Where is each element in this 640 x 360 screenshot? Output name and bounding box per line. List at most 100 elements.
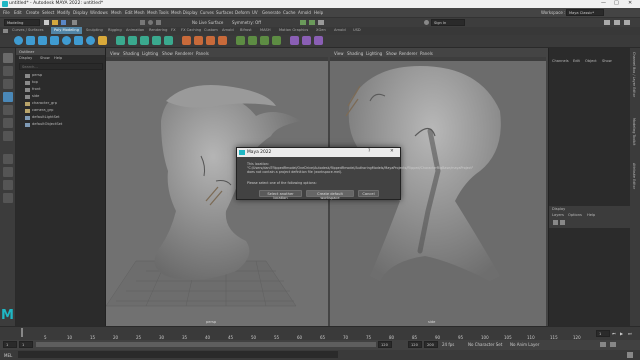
new-scene-icon[interactable] (44, 20, 49, 25)
menu-deform[interactable]: Deform (235, 10, 250, 15)
select-another-location-button[interactable]: Select another location (259, 190, 302, 200)
menu-curves[interactable]: Curves (200, 10, 214, 15)
paint-select-icon[interactable] (3, 79, 13, 89)
menu-arnold[interactable]: Arnold (298, 10, 311, 15)
outliner-menu-display[interactable]: Display (19, 56, 32, 60)
vp2-menu-lighting[interactable]: Lighting (366, 51, 382, 56)
vp2-menu-panels[interactable]: Panels (420, 51, 433, 56)
tab-xgen[interactable]: XGen (316, 28, 326, 32)
four-view-layout-icon[interactable] (3, 167, 13, 177)
vp1-menu-renderer[interactable]: Renderer (175, 51, 193, 56)
snap-curve-icon[interactable] (148, 20, 153, 25)
outliner-item-side[interactable]: side (32, 94, 39, 98)
select-tool-icon[interactable] (3, 53, 13, 63)
animation-start-field[interactable]: 1 (3, 341, 17, 348)
new-layer-selected-icon[interactable] (560, 220, 565, 225)
vp2-menu-show[interactable]: Show (386, 51, 397, 56)
lasso-tool-icon[interactable] (3, 66, 13, 76)
menu-modify[interactable]: Modify (57, 10, 70, 15)
sign-in-dropdown[interactable]: Sign In (431, 19, 465, 26)
vp1-menu-panels[interactable]: Panels (196, 51, 209, 56)
time-slider[interactable]: 5 10 15 20 25 30 35 40 45 50 55 60 65 70… (0, 326, 640, 340)
menu-create[interactable]: Create (26, 10, 39, 15)
uv-editor-icon[interactable] (290, 36, 299, 45)
fill-hole-icon[interactable] (218, 36, 227, 45)
vp1-menu-lighting[interactable]: Lighting (142, 51, 158, 56)
range-bar[interactable] (36, 342, 376, 347)
vp1-menu-shading[interactable]: Shading (123, 51, 139, 56)
tab-rendering[interactable]: Rendering (149, 28, 167, 32)
outliner-layout-icon[interactable] (3, 193, 13, 203)
command-language-label[interactable]: MEL (4, 353, 12, 358)
mirror-icon[interactable] (164, 36, 173, 45)
layer-menu-options[interactable]: Options (568, 213, 582, 217)
snap-grid-icon[interactable] (140, 20, 145, 25)
tab-usd[interactable]: USD (353, 28, 361, 32)
current-frame-field[interactable]: 1 (596, 330, 610, 337)
poly-cone-icon[interactable] (50, 36, 59, 45)
boolean-icon[interactable] (152, 36, 161, 45)
play-forward-icon[interactable]: ▶ (620, 331, 623, 336)
dialog-help-icon[interactable]: ? (368, 149, 370, 154)
outliner-item-camera-grp[interactable]: camera_grp (32, 108, 53, 112)
tab-attribute-editor[interactable]: Attribute Editor (632, 163, 636, 189)
vp1-menu-view[interactable]: View (110, 51, 120, 56)
command-input[interactable] (18, 351, 338, 358)
extrude-icon[interactable] (182, 36, 191, 45)
tab-animation[interactable]: Animation (126, 28, 144, 32)
menu-mesh-display[interactable]: Mesh Display (171, 10, 198, 15)
menu-cache[interactable]: Cache (283, 10, 295, 15)
multi-cut-icon[interactable] (236, 36, 245, 45)
fps-dropdown[interactable]: 24 fps (442, 342, 454, 347)
character-set-dropdown[interactable]: No Character Set (468, 342, 502, 347)
menu-surfaces[interactable]: Surfaces (216, 10, 233, 15)
tab-curves-surfaces[interactable]: Curves / Surfaces (12, 28, 44, 32)
tab-mash[interactable]: MASH (260, 28, 271, 32)
create-default-workspace-button[interactable]: Create default workspace (306, 190, 354, 200)
dialog-close-icon[interactable]: ✕ (390, 149, 394, 154)
menu-uv[interactable]: UV (252, 10, 258, 15)
outliner-item-front[interactable]: front (32, 87, 41, 91)
no-live-surface-label[interactable]: No Live Surface (192, 20, 223, 25)
poly-plane-icon[interactable] (74, 36, 83, 45)
tab-fx[interactable]: FX (171, 28, 176, 32)
automatic-map-icon[interactable] (314, 36, 323, 45)
bevel-icon[interactable] (206, 36, 215, 45)
outliner-item-persp[interactable]: persp (32, 73, 42, 77)
outliner-search-input[interactable] (19, 63, 103, 70)
menu-mesh-tools[interactable]: Mesh Tools (147, 10, 169, 15)
outliner-menu-help[interactable]: Help (54, 56, 62, 60)
auto-key-icon[interactable] (600, 342, 606, 347)
playback-start-field[interactable]: 1 (19, 341, 33, 348)
target-weld-icon[interactable] (248, 36, 257, 45)
preferences-icon[interactable] (610, 342, 616, 347)
separate-icon[interactable] (128, 36, 137, 45)
outliner-item-top[interactable]: top (32, 80, 38, 84)
scale-tool-icon[interactable] (3, 118, 13, 128)
menuset-dropdown[interactable]: Modeling (4, 19, 40, 26)
channelbox-menu-show[interactable]: Show (602, 59, 612, 63)
tab-custom[interactable]: Custom (204, 28, 218, 32)
insert-edge-loop-icon[interactable] (272, 36, 281, 45)
poly-cylinder-icon[interactable] (38, 36, 47, 45)
layer-menu-help[interactable]: Help (587, 213, 595, 217)
render-settings-icon[interactable] (318, 20, 324, 25)
combine-icon[interactable] (116, 36, 125, 45)
cancel-button[interactable]: Cancel (358, 190, 379, 197)
vp2-menu-renderer[interactable]: Renderer (399, 51, 417, 56)
single-view-layout-icon[interactable] (3, 154, 13, 164)
script-editor-icon[interactable] (627, 352, 633, 358)
select-hierarchy-icon[interactable] (72, 20, 77, 25)
toggle-channelbox-icon[interactable] (614, 20, 620, 25)
vp2-menu-shading[interactable]: Shading (347, 51, 363, 56)
open-scene-icon[interactable] (52, 20, 58, 25)
tab-motion-graphics[interactable]: Motion Graphics (279, 28, 308, 32)
rotate-tool-icon[interactable] (3, 105, 13, 115)
toggle-sidebar-icon[interactable] (604, 20, 610, 25)
bridge-icon[interactable] (194, 36, 203, 45)
toggle-attribute-editor-icon[interactable] (624, 20, 630, 25)
vp2-menu-view[interactable]: View (334, 51, 344, 56)
two-view-layout-icon[interactable] (3, 180, 13, 190)
layer-menu-layers[interactable]: Layers (552, 213, 564, 217)
channelbox-menu-edit[interactable]: Edit (573, 59, 580, 63)
